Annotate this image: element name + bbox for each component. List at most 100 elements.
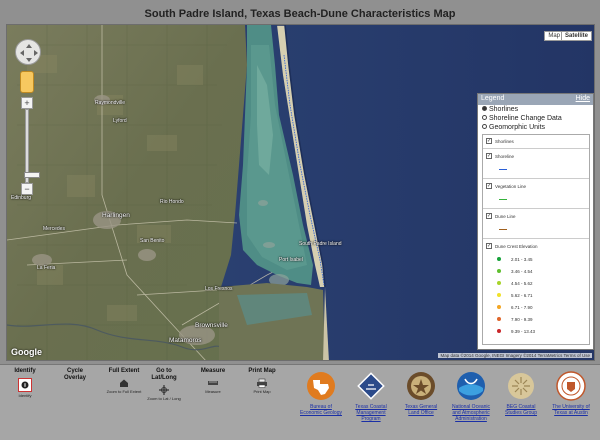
layer-label: Dune Crest Elevation — [495, 244, 538, 249]
partner-glo[interactable]: Texas General Land Office — [400, 371, 442, 416]
partner-tcmp[interactable]: Texas Coastal Management Program — [350, 371, 392, 422]
city-label: Los Fresnos — [205, 286, 233, 292]
city-label: Mercedes — [43, 226, 65, 232]
city-label: Rio Hondo — [160, 199, 184, 205]
legend-panel: Legend Hide Shorlines Shoreline Change D… — [477, 93, 594, 350]
tool-label: Identify — [14, 368, 36, 374]
elevation-range: 6.71 - 7.90 — [511, 305, 533, 310]
city-label: Harlingen — [102, 212, 130, 219]
partner-ut-austin[interactable]: The University of Texas at Austin — [550, 371, 592, 416]
tool-caption: Print Map — [253, 389, 271, 394]
legend-mode-option[interactable]: Geomorphic Units — [478, 123, 593, 132]
full-extent-tool[interactable]: Full Extent Zoom to Full Extent — [104, 368, 144, 394]
legend-hide-link[interactable]: Hide — [576, 95, 590, 102]
elevation-dot-icon — [497, 293, 501, 297]
legend-mode-label: Geomorphic Units — [489, 124, 546, 131]
app-page: South Padre Island, Texas Beach-Dune Cha… — [0, 0, 600, 440]
legend-mode-label: Shorlines — [489, 106, 519, 113]
elevation-range: 3.46 - 4.54 — [511, 269, 533, 274]
partner-noaa[interactable]: National Oceanic and Atmospheric Adminis… — [450, 371, 492, 422]
city-label: Lyford — [113, 118, 127, 124]
crosshair-icon[interactable] — [158, 385, 170, 395]
layer-checkbox[interactable]: ✓ — [486, 213, 492, 219]
measure-tool[interactable]: Measure Measure — [196, 368, 230, 394]
shoreline-swatch — [499, 169, 507, 170]
street-view-pegman-icon[interactable] — [20, 71, 34, 93]
radio-icon[interactable] — [482, 115, 487, 120]
elevation-dot-icon — [497, 305, 501, 309]
layer-checkbox[interactable]: ✓ — [486, 183, 492, 189]
elevation-dot-icon — [497, 281, 501, 285]
zoom-slider-thumb[interactable] — [24, 172, 40, 178]
beg-texas-logo-icon[interactable] — [306, 371, 336, 401]
home-icon[interactable] — [118, 378, 130, 388]
partner-link[interactable]: Texas General Land Office — [400, 404, 442, 416]
google-logo: Google — [11, 347, 42, 357]
partner-csg[interactable]: BEG Coastal Studies Group — [500, 371, 542, 416]
legend-mode-option[interactable]: Shorlines — [478, 105, 593, 114]
tool-caption: Identify — [18, 393, 32, 398]
city-label: Brownsville — [195, 322, 228, 329]
glo-seal-icon[interactable] — [406, 371, 436, 401]
legend-layer-group: ✓ Dune Crest Elevation 2.01 - 3.45 3.46 … — [483, 239, 589, 344]
elevation-dot-icon — [497, 329, 501, 333]
print-map-tool[interactable]: Print Map Print Map — [244, 368, 280, 394]
legend-layer-group: ✓ Shorlines — [483, 135, 589, 149]
elevation-class: 6.71 - 7.90 — [497, 305, 533, 310]
tool-caption: Zoom to Lat / Long — [147, 396, 181, 401]
printer-icon[interactable] — [256, 378, 268, 388]
map-type-satellite-button[interactable]: Satellite — [560, 31, 592, 41]
legend-mode-option[interactable]: Shoreline Change Data — [478, 114, 593, 123]
partner-link[interactable]: National Oceanic and Atmospheric Adminis… — [450, 404, 492, 422]
cycle-overlay-tool[interactable]: Cycle Overlay — [60, 368, 90, 382]
layer-checkbox[interactable]: ✓ — [486, 138, 492, 144]
map-view[interactable]: Map Satellite + − Raymondville Harlingen… — [6, 24, 595, 361]
ut-seal-icon[interactable] — [556, 371, 586, 401]
partner-link[interactable]: Bureau of Economic Geology — [300, 404, 342, 416]
partner-beg[interactable]: Bureau of Economic Geology — [300, 371, 342, 416]
legend-layer-group: ✓ Vegetation Line — [483, 179, 589, 209]
zoom-out-button[interactable]: − — [21, 183, 33, 195]
legend-layer-list: ✓ Shorlines ✓ Shoreline ✓ Vegetation Lin… — [482, 134, 590, 345]
city-label: San Benito — [140, 238, 165, 244]
sand-dollar-logo-icon[interactable] — [506, 371, 536, 401]
pan-control[interactable] — [15, 39, 41, 65]
layer-checkbox[interactable]: ✓ — [486, 153, 492, 159]
zoom-control: + − — [21, 97, 40, 195]
tool-label: Measure — [200, 368, 226, 374]
info-icon[interactable] — [18, 378, 32, 392]
tool-label: Print Map — [248, 368, 276, 374]
city-label: Edinburg — [11, 195, 32, 201]
elevation-class: 7.90 - 9.39 — [497, 317, 533, 322]
elevation-dot-icon — [497, 317, 501, 321]
pan-arrows-icon — [20, 44, 38, 62]
layer-label: Shorlines — [495, 139, 514, 144]
elevation-class: 3.46 - 4.54 — [497, 269, 533, 274]
elevation-range: 7.90 - 9.39 — [511, 317, 533, 322]
tool-label: Go to Lat/Long — [151, 368, 177, 381]
noaa-logo-icon[interactable] — [456, 371, 486, 401]
partner-link[interactable]: BEG Coastal Studies Group — [500, 404, 542, 416]
zoom-in-button[interactable]: + — [21, 97, 33, 109]
dune-line-swatch — [499, 229, 507, 230]
city-label: South Padre Island — [299, 241, 342, 247]
city-label: Raymondville — [95, 100, 126, 106]
layer-checkbox[interactable]: ✓ — [486, 243, 492, 249]
identify-tool[interactable]: Identify Identify — [10, 368, 40, 398]
partner-link[interactable]: The University of Texas at Austin — [550, 404, 592, 416]
map-attribution[interactable]: Map data ©2014 Google, INEGI Imagery ©20… — [438, 353, 592, 358]
layer-label: Shoreline — [495, 154, 515, 159]
tcmp-logo-icon[interactable] — [356, 371, 386, 401]
city-label: Port Isabel — [279, 257, 303, 263]
ruler-icon[interactable] — [207, 378, 219, 388]
go-to-latlong-tool[interactable]: Go to Lat/Long Zoom to Lat / Long — [146, 368, 182, 401]
elevation-class: 5.62 - 6.71 — [497, 293, 533, 298]
elevation-dot-icon — [497, 257, 501, 261]
radio-icon[interactable] — [482, 106, 487, 111]
zoom-slider-track[interactable] — [24, 109, 40, 183]
toolbar: Identify Identify Cycle Overlay Full Ext… — [0, 364, 600, 440]
radio-icon[interactable] — [482, 124, 487, 129]
elevation-range: 2.01 - 3.45 — [511, 257, 533, 262]
partner-link[interactable]: Texas Coastal Management Program — [350, 404, 392, 422]
elevation-class: 4.54 - 5.62 — [497, 281, 533, 286]
